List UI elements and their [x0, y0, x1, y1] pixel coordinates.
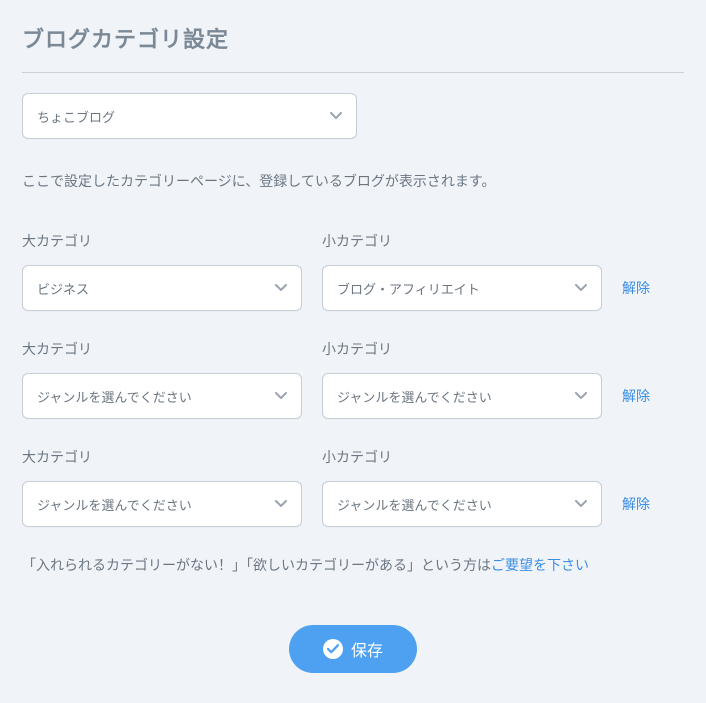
small-category-select[interactable]: ジャンルを選んでください — [322, 481, 602, 527]
chevron-down-icon — [575, 284, 587, 292]
divider — [22, 72, 684, 73]
blog-select[interactable]: ちょこブログ — [22, 93, 357, 139]
clear-link[interactable]: 解除 — [622, 278, 650, 311]
small-category-value: ジャンルを選んでください — [337, 387, 492, 406]
big-category-label: 大カテゴリ — [22, 447, 302, 467]
big-category-field: 大カテゴリ ジャンルを選んでください — [22, 339, 302, 419]
chevron-down-icon — [575, 500, 587, 508]
big-category-select[interactable]: ビジネス — [22, 265, 302, 311]
big-category-select[interactable]: ジャンルを選んでください — [22, 481, 302, 527]
save-row: 保存 — [22, 625, 684, 673]
big-category-label: 大カテゴリ — [22, 231, 302, 251]
category-row: 大カテゴリ ジャンルを選んでください 小カテゴリ ジャンルを選んでください 解除 — [22, 339, 684, 419]
small-category-field: 小カテゴリ ブログ・アフィリエイト — [322, 231, 602, 311]
chevron-down-icon — [575, 392, 587, 400]
small-category-field: 小カテゴリ ジャンルを選んでください — [322, 339, 602, 419]
chevron-down-icon — [275, 284, 287, 292]
big-category-value: ジャンルを選んでください — [37, 495, 192, 514]
big-category-value: ビジネス — [37, 279, 89, 298]
chevron-down-icon — [330, 112, 342, 120]
category-row: 大カテゴリ ビジネス 小カテゴリ ブログ・アフィリエイト 解除 — [22, 231, 684, 311]
big-category-label: 大カテゴリ — [22, 339, 302, 359]
big-category-field: 大カテゴリ ビジネス — [22, 231, 302, 311]
small-category-field: 小カテゴリ ジャンルを選んでください — [322, 447, 602, 527]
request-link[interactable]: ご要望を下さい — [491, 557, 589, 573]
blog-select-value: ちょこブログ — [37, 107, 115, 126]
small-category-label: 小カテゴリ — [322, 339, 602, 359]
chevron-down-icon — [275, 500, 287, 508]
save-button[interactable]: 保存 — [289, 625, 417, 673]
clear-link[interactable]: 解除 — [622, 494, 650, 527]
request-text: 「入れられるカテゴリーがない！」「欲しいカテゴリーがある」という方はご要望を下さ… — [22, 555, 684, 575]
description-text: ここで設定したカテゴリーページに、登録しているブログが表示されます。 — [22, 171, 684, 191]
small-category-value: ブログ・アフィリエイト — [337, 279, 480, 298]
check-circle-icon — [323, 639, 343, 659]
page-title: ブログカテゴリ設定 — [22, 22, 684, 54]
small-category-select[interactable]: ジャンルを選んでください — [322, 373, 602, 419]
big-category-select[interactable]: ジャンルを選んでください — [22, 373, 302, 419]
big-category-field: 大カテゴリ ジャンルを選んでください — [22, 447, 302, 527]
clear-link[interactable]: 解除 — [622, 386, 650, 419]
big-category-value: ジャンルを選んでください — [37, 387, 192, 406]
request-prefix: 「入れられるカテゴリーがない！」「欲しいカテゴリーがある」という方は — [22, 557, 491, 573]
save-button-label: 保存 — [351, 637, 383, 661]
small-category-label: 小カテゴリ — [322, 231, 602, 251]
small-category-value: ジャンルを選んでください — [337, 495, 492, 514]
chevron-down-icon — [275, 392, 287, 400]
category-row: 大カテゴリ ジャンルを選んでください 小カテゴリ ジャンルを選んでください 解除 — [22, 447, 684, 527]
small-category-select[interactable]: ブログ・アフィリエイト — [322, 265, 602, 311]
small-category-label: 小カテゴリ — [322, 447, 602, 467]
